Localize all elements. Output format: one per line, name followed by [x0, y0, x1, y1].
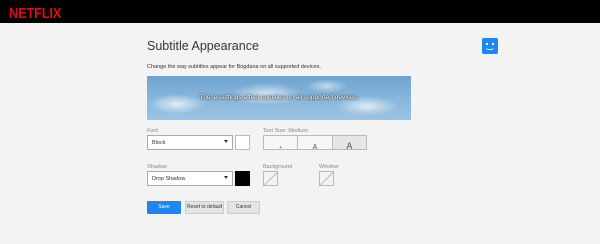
smiley-profile-icon — [486, 43, 488, 45]
text-size-medium-label: A — [312, 144, 318, 151]
text-size-large-label: A — [346, 141, 353, 151]
font-color-swatch[interactable] — [235, 135, 250, 150]
chevron-down-icon — [224, 176, 228, 179]
background-color-swatch[interactable] — [263, 171, 278, 186]
chevron-down-icon — [224, 140, 228, 143]
window-color-swatch[interactable] — [319, 171, 334, 186]
background-label: Background — [263, 164, 293, 170]
avatar-mouth — [486, 47, 494, 50]
window-label: Window — [319, 164, 339, 170]
profile-avatar[interactable] — [482, 38, 498, 54]
text-size-large-button[interactable]: A — [332, 135, 367, 151]
page-description: Change the way subtitles appear for Bogd… — [147, 64, 321, 70]
netflix-logo[interactable]: NETFLIX — [9, 4, 61, 21]
subtitle-settings-panel: Subtitle Appearance Change the way subti… — [147, 23, 502, 244]
text-size-small-label: + — [279, 145, 283, 151]
cancel-button[interactable]: Cancel — [227, 201, 260, 214]
reset-to-default-button[interactable]: Reset to default — [185, 201, 224, 214]
text-size-small-button[interactable]: + — [263, 135, 299, 151]
preview-text: These settings affect subtitles on all s… — [199, 94, 359, 101]
font-select[interactable]: Block — [147, 135, 233, 150]
font-label: Font — [147, 128, 159, 134]
shadow-color-swatch[interactable] — [235, 171, 250, 186]
save-button[interactable]: Save — [147, 201, 181, 214]
subtitle-preview: These settings affect subtitles on all s… — [147, 76, 411, 120]
text-size-medium-button[interactable]: A — [298, 135, 333, 151]
font-select-value: Block — [152, 140, 166, 146]
page-title: Subtitle Appearance — [147, 39, 259, 53]
top-navbar: NETFLIX — [0, 0, 600, 23]
shadow-select[interactable]: Drop Shadow — [147, 171, 233, 186]
text-size-selector: + A A — [263, 135, 367, 151]
shadow-select-value: Drop Shadow — [152, 176, 186, 182]
avatar-eye — [492, 43, 494, 45]
text-size-label: Text Size: Medium — [263, 128, 308, 134]
shadow-label: Shadow — [147, 164, 167, 170]
